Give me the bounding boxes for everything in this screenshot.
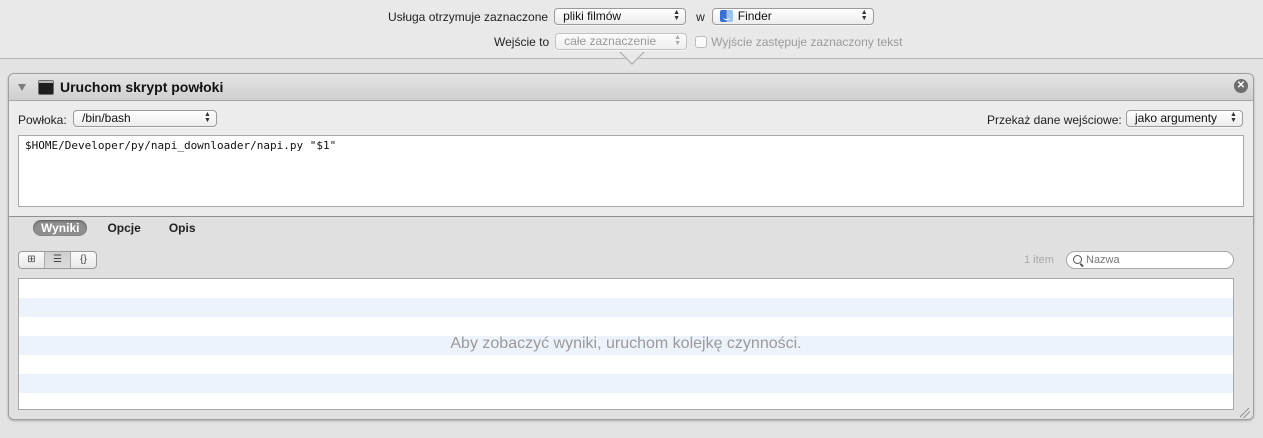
popup-arrows-icon: ▲ ▼ xyxy=(1230,111,1237,124)
view-mode-segmented: ⊞ ☰ {} xyxy=(18,251,97,269)
results-tabs: Wyniki Opcje Opis xyxy=(33,220,216,236)
popup-arrows-icon: ▲ ▼ xyxy=(860,9,868,22)
action-panel: Uruchom skrypt powłoki ✕ Powłoka: /bin/b… xyxy=(8,73,1254,420)
pass-input-popup[interactable]: jako argumenty ▲ ▼ xyxy=(1126,110,1243,127)
application-popup[interactable]: Finder ▲ ▼ xyxy=(711,8,874,25)
script-editor[interactable]: $HOME/Developer/py/napi_downloader/napi.… xyxy=(18,135,1244,207)
header-pointer-notch xyxy=(619,51,645,65)
tab-options[interactable]: Opcje xyxy=(99,220,148,236)
popup-arrows-icon: ▲ ▼ xyxy=(204,111,211,124)
input-label: Wejście to xyxy=(494,34,550,49)
search-input[interactable]: Nazwa xyxy=(1066,251,1234,269)
search-icon xyxy=(1073,255,1082,264)
application-value: Finder xyxy=(737,9,772,23)
tab-results[interactable]: Wyniki xyxy=(33,220,88,236)
shell-popup[interactable]: /bin/bash ▲ ▼ xyxy=(73,110,217,127)
finder-icon xyxy=(719,10,733,22)
popup-arrows-icon: ▲ ▼ xyxy=(674,34,682,47)
empty-results-message: Aby zobaczyć wyniki, uruchom kolejkę czy… xyxy=(450,335,802,352)
receives-label: Usługa otrzymuje zaznaczone xyxy=(388,9,549,24)
service-receives-row: Usługa otrzymuje zaznaczone pliki filmów… xyxy=(388,8,874,25)
tab-description[interactable]: Opis xyxy=(161,220,204,236)
pass-input-value: jako argumenty xyxy=(1135,111,1218,125)
replaces-text-label: Wyjście zastępuje zaznaczony tekst xyxy=(711,34,903,49)
search-placeholder: Nazwa xyxy=(1086,254,1120,266)
service-input-row: Wejście to całe zaznaczenie ▲ ▼ Wyjście z… xyxy=(494,33,902,50)
code-view-icon[interactable]: {} xyxy=(71,252,96,268)
resize-grip-icon[interactable] xyxy=(1240,408,1250,418)
action-title: Uruchom skrypt powłoki xyxy=(60,79,224,95)
grid-view-icon[interactable]: ⊞ xyxy=(19,252,45,268)
input-popup[interactable]: całe zaznaczenie ▲ ▼ xyxy=(555,33,688,50)
terminal-icon xyxy=(38,80,54,95)
action-title-bar[interactable]: Uruchom skrypt powłoki ✕ xyxy=(9,74,1253,101)
replaces-text-checkbox[interactable] xyxy=(695,35,708,48)
in-label: w xyxy=(696,9,705,24)
receives-value: pliki filmów xyxy=(563,9,622,23)
results-list[interactable]: Aby zobaczyć wyniki, uruchom kolejkę czy… xyxy=(18,278,1234,410)
input-value: całe zaznaczenie xyxy=(564,34,657,48)
item-count: 1 item xyxy=(1024,254,1054,266)
shell-options-row: Powłoka: /bin/bash ▲ ▼ Przekaż dane wejśc… xyxy=(9,110,1253,130)
receives-popup[interactable]: pliki filmów ▲ ▼ xyxy=(554,8,687,25)
list-view-icon[interactable]: ☰ xyxy=(45,252,71,268)
results-area: Wyniki Opcje Opis ⊞ ☰ {} 1 item Nazwa Ab… xyxy=(9,217,1253,419)
disclosure-triangle-icon[interactable] xyxy=(18,84,26,91)
popup-arrows-icon: ▲ ▼ xyxy=(673,9,681,22)
close-action-button[interactable]: ✕ xyxy=(1234,79,1248,93)
shell-value: /bin/bash xyxy=(82,111,131,125)
shell-label: Powłoka: xyxy=(18,113,67,127)
pass-input-label: Przekaż dane wejściowe: xyxy=(987,113,1122,127)
